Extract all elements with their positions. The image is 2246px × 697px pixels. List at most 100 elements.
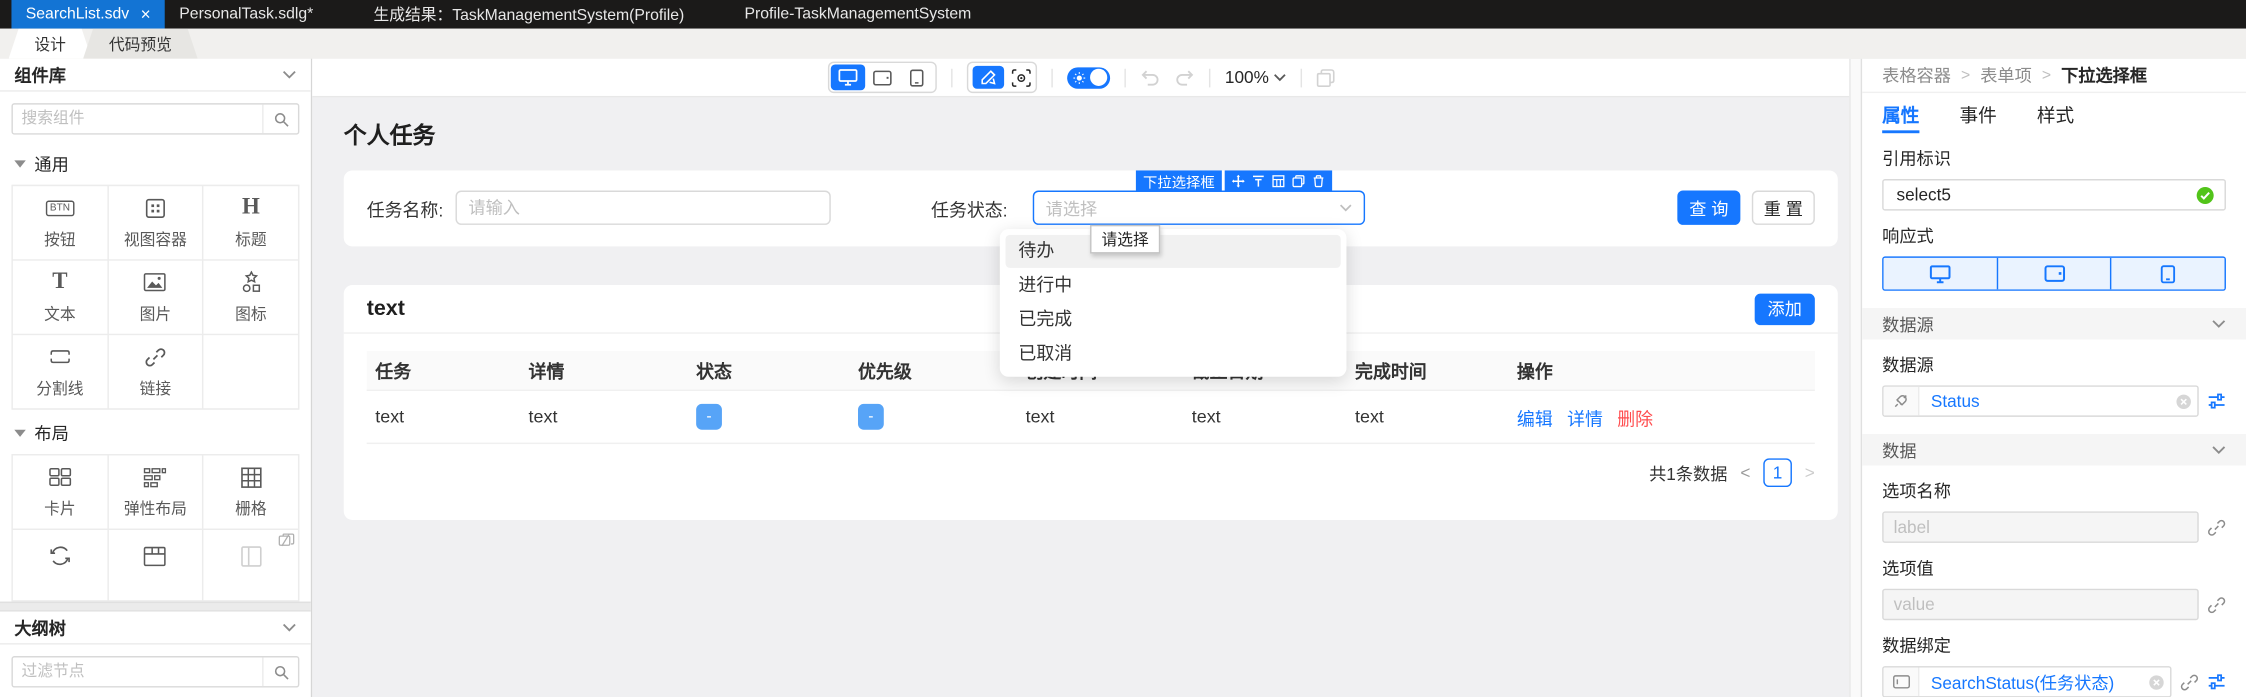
component-search-input[interactable] <box>12 104 263 134</box>
component-heading[interactable]: H 标题 <box>203 186 298 260</box>
tab-styles[interactable]: 样式 <box>2037 93 2074 133</box>
panel-toggle-icon[interactable] <box>278 533 295 547</box>
section-datasource[interactable]: 数据源 <box>1862 307 2246 340</box>
panel-splitter[interactable] <box>0 601 311 612</box>
delete-icon[interactable] <box>1312 174 1325 187</box>
component-image[interactable]: 图片 <box>108 260 203 334</box>
dropdown-option[interactable]: 进行中 <box>1006 269 1341 302</box>
component-carousel[interactable] <box>12 529 107 601</box>
move-icon[interactable] <box>1231 174 1245 187</box>
tab-design[interactable]: 设计 <box>9 29 92 59</box>
responsive-tablet-button[interactable] <box>1996 257 2111 290</box>
tab-code-preview[interactable]: 代码预览 <box>83 29 198 59</box>
mobile-device-button[interactable] <box>900 64 934 90</box>
component-divider[interactable]: 分割线 <box>12 335 107 409</box>
clear-icon[interactable] <box>2141 667 2170 696</box>
dropdown-option[interactable]: 待办 <box>1005 234 1341 268</box>
component-flex-layout[interactable]: 弹性布局 <box>108 455 203 529</box>
button-icon: BTN <box>45 195 75 221</box>
section-general[interactable]: 通用 <box>0 140 311 184</box>
component-link[interactable]: 链接 <box>108 335 203 409</box>
component-view-container[interactable]: 视图容器 <box>108 186 203 260</box>
close-icon[interactable]: × <box>141 6 151 23</box>
section-data[interactable]: 数据 <box>1862 434 2246 466</box>
tab-events[interactable]: 事件 <box>1960 93 1997 133</box>
cell-status: - <box>696 403 858 430</box>
mobile-icon <box>910 68 924 86</box>
page-number[interactable]: 1 <box>1763 458 1792 488</box>
ref-id-field <box>1882 179 2226 211</box>
column-header: 完成时间 <box>1355 362 1427 383</box>
query-button[interactable]: 查 询 <box>1677 190 1741 225</box>
redo-button[interactable] <box>1175 69 1195 86</box>
design-tools-button[interactable] <box>972 65 1005 89</box>
select-parent-icon[interactable] <box>1252 174 1265 187</box>
dropdown-option[interactable]: 已取消 <box>1006 338 1341 371</box>
prev-page-icon[interactable]: < <box>1740 463 1750 483</box>
edit-link[interactable]: 编辑 <box>1517 403 1553 430</box>
cell-finished: text <box>1355 406 1384 427</box>
link-binding-icon[interactable] <box>2207 518 2226 537</box>
zoom-control[interactable]: 100% <box>1225 67 1286 87</box>
desktop-icon <box>1929 264 1951 283</box>
component-library-header[interactable]: 组件库 <box>0 58 311 92</box>
section-layout[interactable]: 布局 <box>0 410 311 454</box>
clear-icon[interactable] <box>2169 387 2198 416</box>
link-binding-icon[interactable] <box>2180 673 2199 692</box>
cell-created: text <box>1025 406 1055 427</box>
export-button[interactable] <box>1316 68 1335 87</box>
responsive-mobile-button[interactable] <box>2110 257 2225 290</box>
component-tabs[interactable] <box>108 529 203 601</box>
responsive-desktop-button[interactable] <box>1883 257 1997 290</box>
search-icon[interactable] <box>262 657 298 687</box>
link-binding-icon[interactable] <box>2207 595 2226 614</box>
file-tab-personaltask[interactable]: PersonalTask.sdlg* <box>165 0 328 29</box>
breadcrumb-item[interactable]: 表格容器 <box>1882 63 1951 87</box>
component-card[interactable]: 卡片 <box>12 455 107 529</box>
file-tab-profile[interactable]: Profile-TaskManagementSystem <box>730 0 985 29</box>
mobile-icon <box>2161 264 2176 283</box>
outline-filter-input[interactable] <box>12 657 263 687</box>
sliders-settings-icon[interactable] <box>2207 392 2226 409</box>
copy-icon[interactable] <box>1292 174 1305 187</box>
breadcrumb-item[interactable]: 表单项 <box>1980 63 2032 87</box>
component-icon[interactable]: 图标 <box>203 260 298 334</box>
cell-task: text <box>375 406 405 427</box>
inspect-button[interactable] <box>1011 68 1031 87</box>
sliders-settings-icon[interactable] <box>2207 673 2226 690</box>
reset-button[interactable]: 重 置 <box>1751 190 1815 225</box>
component-text[interactable]: T 文本 <box>12 260 107 334</box>
desktop-device-button[interactable] <box>830 64 866 91</box>
component-button[interactable]: BTN 按钮 <box>12 186 107 260</box>
add-button[interactable]: 添加 <box>1754 292 1815 325</box>
toolbar-divider <box>1209 68 1211 87</box>
next-page-icon[interactable]: > <box>1805 463 1815 483</box>
column-header: 详情 <box>528 362 565 383</box>
priority-badge: - <box>858 403 884 430</box>
task-name-input[interactable] <box>455 190 831 225</box>
api-plug-icon <box>1883 386 1920 416</box>
table-icon[interactable] <box>1272 174 1285 187</box>
ref-id-label: 引用标识 <box>1882 148 1951 170</box>
ref-id-input[interactable] <box>1893 183 2188 207</box>
search-icon[interactable] <box>262 104 298 134</box>
file-tab-searchlist[interactable]: SearchList.sdv × <box>11 0 165 29</box>
dropdown-option[interactable]: 已完成 <box>1006 304 1341 337</box>
component-grid-layout-item[interactable]: 栅格 <box>203 455 298 529</box>
data-binding-field[interactable]: SearchStatus(任务状态) <box>1882 666 2172 697</box>
tab-properties[interactable]: 属性 <box>1882 93 1920 134</box>
delete-link[interactable]: 删除 <box>1617 403 1653 430</box>
breadcrumb-item-current[interactable]: 下拉选择框 <box>2061 63 2147 87</box>
datasource-field[interactable]: Status <box>1882 385 2199 417</box>
component-columns[interactable] <box>203 529 298 601</box>
theme-toggle[interactable] <box>1067 66 1111 89</box>
undo-button[interactable] <box>1140 69 1160 86</box>
outline-tree-header[interactable]: 大纲树 <box>0 611 311 645</box>
task-status-select[interactable]: 请选择 <box>1032 190 1366 225</box>
file-tab-generate-result[interactable]: 生成结果：TaskManagementSystem(Profile) <box>359 0 699 29</box>
input-box-icon <box>1883 667 1920 697</box>
detail-link[interactable]: 详情 <box>1567 403 1603 430</box>
outline-tree: 视图 表格容器 <box>0 693 311 697</box>
tooltip: 请选择 <box>1090 224 1161 254</box>
tablet-device-button[interactable] <box>865 64 899 90</box>
